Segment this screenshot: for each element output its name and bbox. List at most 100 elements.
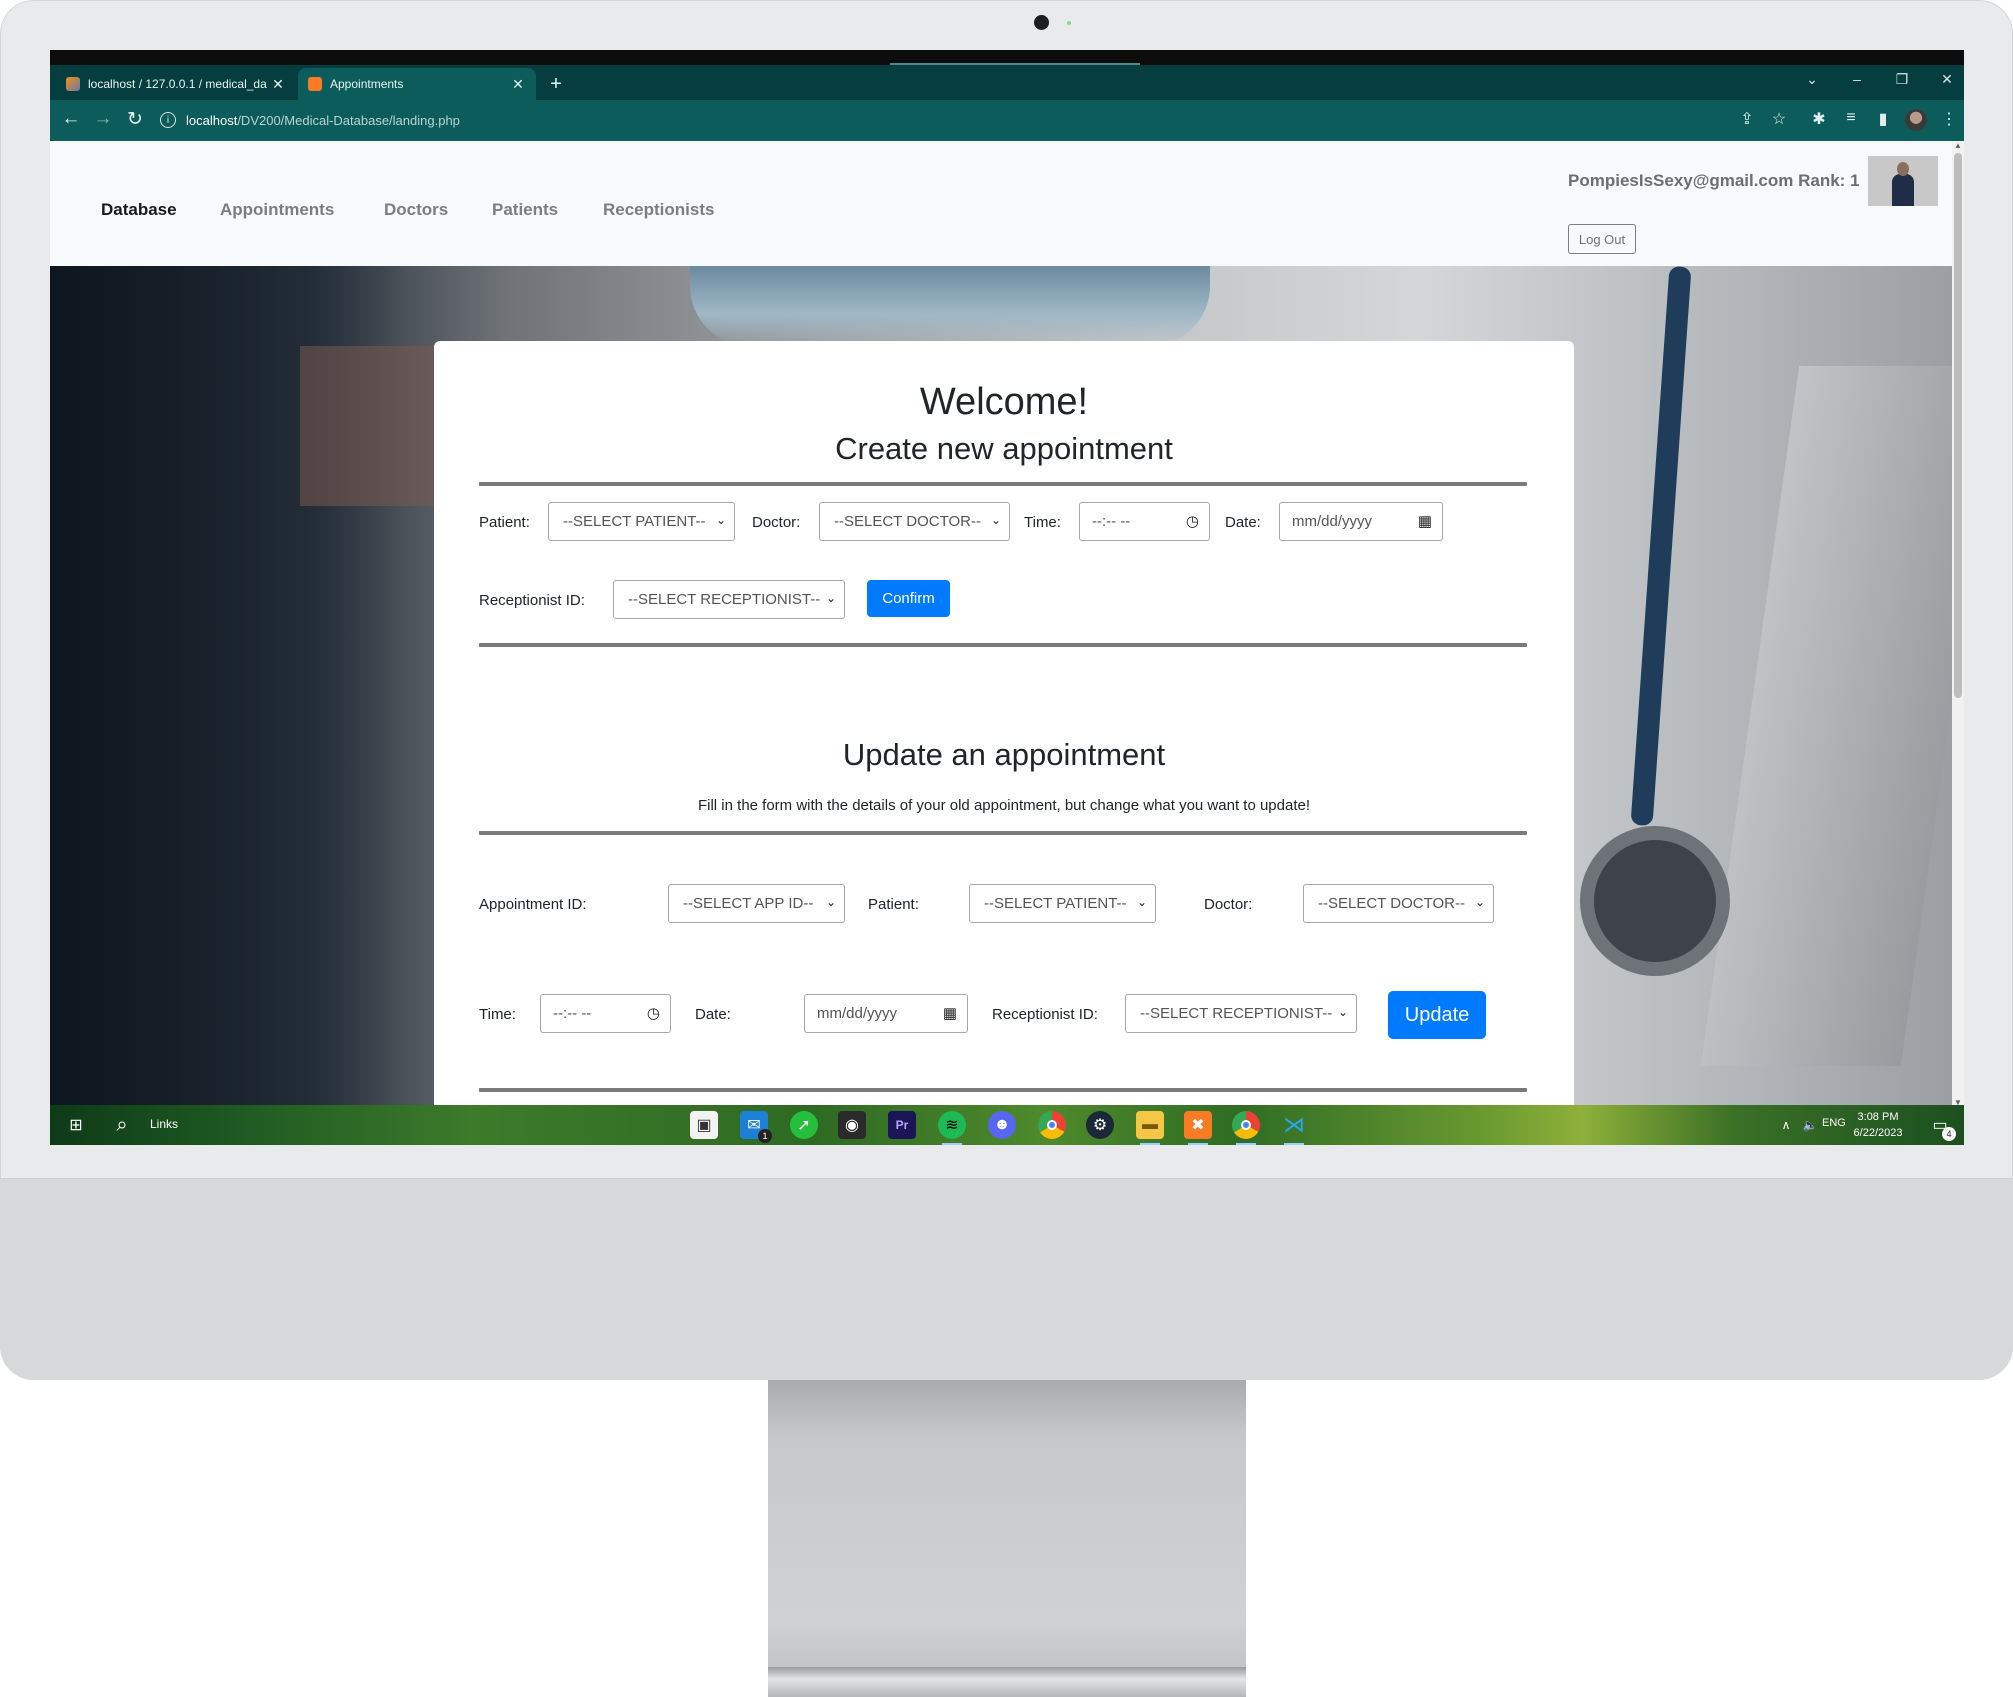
tray-time: 3:08 PM (1857, 1111, 1899, 1123)
update-time-label: Time: (479, 1006, 516, 1023)
tray-language[interactable]: ENG (1822, 1117, 1846, 1129)
create-receptionist-select[interactable]: --SELECT RECEPTIONIST-- ⌄ (613, 580, 845, 619)
minimize-icon[interactable]: – (1842, 71, 1872, 87)
update-date-input[interactable]: mm/dd/yyyy ▦ (804, 994, 968, 1033)
browser-menu-icon[interactable]: ⋮ (1938, 109, 1960, 129)
create-patient-label: Patient: (479, 514, 530, 531)
scroll-thumb[interactable] (1954, 153, 1962, 698)
close-tab-icon[interactable]: ✕ (270, 76, 286, 93)
vscode-icon[interactable]: ⋊ (1280, 1111, 1308, 1145)
create-date-input[interactable]: mm/dd/yyyy ▦ (1279, 502, 1443, 541)
close-tab-icon[interactable]: ✕ (510, 76, 526, 93)
welcome-heading: Welcome! (919, 381, 1089, 423)
update-button[interactable]: Update (1388, 991, 1486, 1039)
confirm-button[interactable]: Confirm (867, 580, 950, 617)
tab-phpmyadmin[interactable]: localhost / 127.0.0.1 / medical_da ✕ (56, 68, 296, 100)
screen-top-edge (50, 50, 1964, 65)
scroll-up-icon[interactable]: ▲ (1954, 141, 1962, 150)
input-placeholder: --:-- -- (1092, 513, 1131, 530)
site-navbar: Database Appointments Doctors Patients R… (50, 141, 1952, 266)
page-scrollbar[interactable]: ▲ ▼ (1952, 141, 1964, 1110)
extensions-icon[interactable]: ✱ (1808, 109, 1830, 129)
chrome-profile-icon[interactable] (1232, 1111, 1260, 1145)
update-date-label: Date: (695, 1006, 731, 1023)
spotify-icon[interactable]: ≋ (938, 1111, 966, 1145)
select-value: --SELECT RECEPTIONIST-- (1140, 1005, 1333, 1022)
update-appointment-select[interactable]: --SELECT APP ID-- ⌄ (668, 884, 845, 923)
file-explorer-icon[interactable]: ▬ (1136, 1111, 1164, 1145)
monitor-stand (768, 1380, 1246, 1697)
update-receptionist-select[interactable]: --SELECT RECEPTIONIST-- ⌄ (1125, 994, 1357, 1033)
back-icon[interactable]: ← (58, 108, 84, 130)
reload-icon[interactable]: ↻ (122, 108, 148, 131)
store-icon[interactable]: ▣ (690, 1111, 718, 1139)
premiere-pro-icon[interactable]: Pr (888, 1111, 916, 1139)
chevron-down-icon: ⌄ (1474, 895, 1485, 909)
profile-avatar[interactable] (1905, 109, 1927, 131)
side-panel-icon[interactable]: ▮ (1872, 109, 1894, 129)
create-date-label: Date: (1225, 514, 1261, 531)
create-doctor-select[interactable]: --SELECT DOCTOR-- ⌄ (819, 502, 1010, 541)
tray-clock[interactable]: 3:08 PM 6/22/2023 (1850, 1109, 1906, 1141)
chrome-icon[interactable] (1038, 1111, 1066, 1139)
divider (479, 831, 1527, 835)
taskbar-links-label[interactable]: Links (150, 1117, 178, 1131)
create-patient-select[interactable]: --SELECT PATIENT-- ⌄ (548, 502, 735, 541)
update-patient-select[interactable]: --SELECT PATIENT-- ⌄ (969, 884, 1156, 923)
update-instructions: Fill in the form with the details of you… (697, 797, 1311, 814)
select-value: --SELECT PATIENT-- (984, 895, 1127, 912)
discord-icon[interactable]: ☻ (988, 1111, 1016, 1139)
nav-brand[interactable]: Database (101, 200, 177, 220)
notification-badge: 4 (1942, 1127, 1956, 1141)
github-desktop-icon[interactable]: ◉ (838, 1111, 866, 1139)
create-doctor-label: Doctor: (752, 514, 801, 531)
tab-label: localhost / 127.0.0.1 / medical_da (88, 77, 267, 91)
chevron-down-icon: ⌄ (1337, 1005, 1348, 1019)
logout-button[interactable]: Log Out (1568, 224, 1636, 254)
steam-icon[interactable]: ⚙ (1086, 1111, 1114, 1139)
search-icon[interactable]: ⌕ (108, 1111, 136, 1139)
nav-link-doctors[interactable]: Doctors (384, 200, 448, 220)
select-value: --SELECT DOCTOR-- (834, 513, 981, 530)
tab-search-icon[interactable]: ⌄ (1797, 71, 1827, 88)
media-control-icon[interactable]: ≡ (1840, 109, 1862, 127)
close-window-icon[interactable]: ✕ (1932, 71, 1962, 88)
windows-start-icon[interactable]: ⊞ (62, 1111, 90, 1139)
update-doctor-select[interactable]: --SELECT DOCTOR-- ⌄ (1303, 884, 1494, 923)
divider (479, 1088, 1527, 1092)
share-icon[interactable]: ⇪ (1736, 109, 1758, 129)
tab-appointments[interactable]: Appointments ✕ (298, 68, 536, 100)
divider (479, 482, 1527, 486)
user-info: PompiesIsSexy@gmail.com Rank: 1 (1568, 171, 1860, 190)
xampp-icon[interactable]: ✖ (1184, 1111, 1212, 1145)
forward-icon[interactable]: → (90, 108, 116, 130)
xampp-icon (308, 77, 322, 91)
url-path: /DV200/Medical-Database/landing.php (237, 112, 460, 128)
mail-badge: 1 (758, 1129, 772, 1143)
bookmark-star-icon[interactable]: ☆ (1768, 109, 1790, 129)
address-bar[interactable]: i localhost/DV200/Medical-Database/landi… (160, 106, 1440, 134)
chevron-down-icon: ⌄ (825, 591, 836, 605)
nav-link-receptionists[interactable]: Receptionists (603, 200, 714, 220)
update-patient-label: Patient: (868, 896, 919, 913)
chevron-down-icon: ⌄ (825, 895, 836, 909)
update-appointment-heading: Update an appointment (842, 737, 1166, 772)
spotify-alt-icon[interactable]: ➚ (790, 1111, 818, 1139)
update-time-input[interactable]: --:-- -- ◷ (540, 994, 671, 1033)
browser-toolbar: ← → ↻ i localhost/DV200/Medical-Database… (50, 100, 1964, 141)
chevron-down-icon: ⌄ (1136, 895, 1147, 909)
clock-icon: ◷ (1185, 513, 1199, 530)
update-appointment-label: Appointment ID: (479, 896, 587, 913)
site-info-icon[interactable]: i (160, 112, 176, 128)
new-tab-button[interactable]: + (544, 73, 568, 96)
volume-icon[interactable]: 🔈 (1796, 1111, 1824, 1139)
camera-icon (1034, 15, 1049, 30)
chevron-down-icon: ⌄ (990, 513, 1001, 527)
create-time-input[interactable]: --:-- -- ◷ (1079, 502, 1210, 541)
restore-icon[interactable]: ❐ (1887, 71, 1917, 88)
hero-background: Welcome! Create new appointment Patient:… (50, 266, 1952, 1110)
calendar-icon: ▦ (1417, 513, 1432, 530)
select-value: --SELECT APP ID-- (683, 895, 814, 912)
nav-link-patients[interactable]: Patients (492, 200, 558, 220)
nav-link-appointments[interactable]: Appointments (220, 200, 334, 220)
